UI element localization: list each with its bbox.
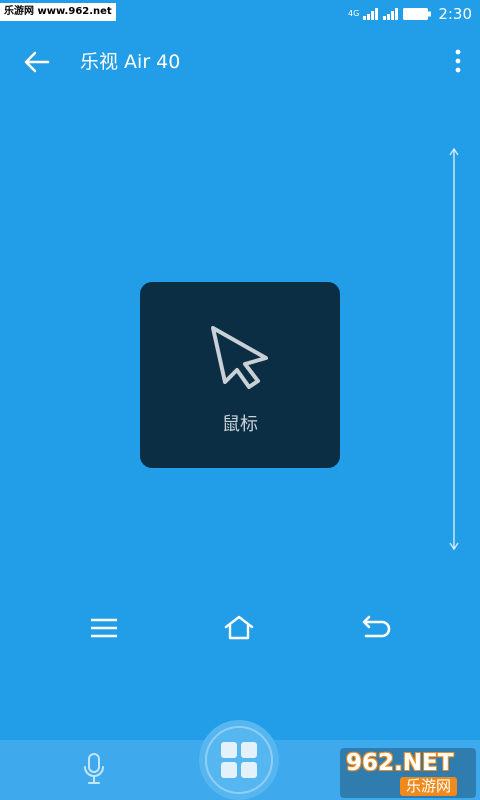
menu-button[interactable] — [89, 616, 119, 640]
watermark-brand: 962.NET — [346, 750, 454, 776]
mode-card-label: 鼠标 — [222, 414, 258, 435]
signal-4g-icon — [363, 8, 379, 20]
network-type: 4G — [348, 9, 360, 18]
return-button[interactable] — [357, 614, 393, 642]
voice-button[interactable] — [82, 752, 106, 788]
signal-icon — [383, 8, 399, 20]
mouse-cursor-icon — [211, 326, 268, 389]
menu-icon — [91, 618, 117, 638]
grid-cell — [241, 762, 257, 778]
more-options-button[interactable] — [452, 48, 464, 74]
arrow-left-icon — [24, 51, 50, 73]
grid-cell — [221, 742, 237, 758]
mouse-mode-card[interactable]: 鼠标 — [140, 282, 340, 468]
app-grid-icon — [221, 742, 257, 778]
home-icon — [224, 615, 254, 640]
watermark-logo: 962.NET 乐游网 — [340, 748, 476, 798]
scroll-strip[interactable] — [446, 146, 462, 552]
watermark-top: 乐游网 www.962.net — [0, 3, 116, 21]
back-button[interactable] — [22, 49, 52, 75]
grid-cell — [221, 762, 237, 778]
vertical-scroll-icon — [449, 147, 459, 551]
home-button[interactable] — [222, 613, 256, 641]
status-bar-indicators: 4G 2:30 — [348, 5, 472, 23]
more-vertical-icon — [455, 49, 461, 73]
page-title: 乐视 Air 40 — [80, 51, 181, 73]
return-icon — [362, 615, 391, 638]
grid-cell — [241, 742, 257, 758]
watermark-name: 乐游网 — [400, 777, 458, 796]
microphone-icon — [84, 753, 104, 784]
battery-icon — [403, 8, 432, 20]
status-time: 2:30 — [438, 5, 472, 23]
